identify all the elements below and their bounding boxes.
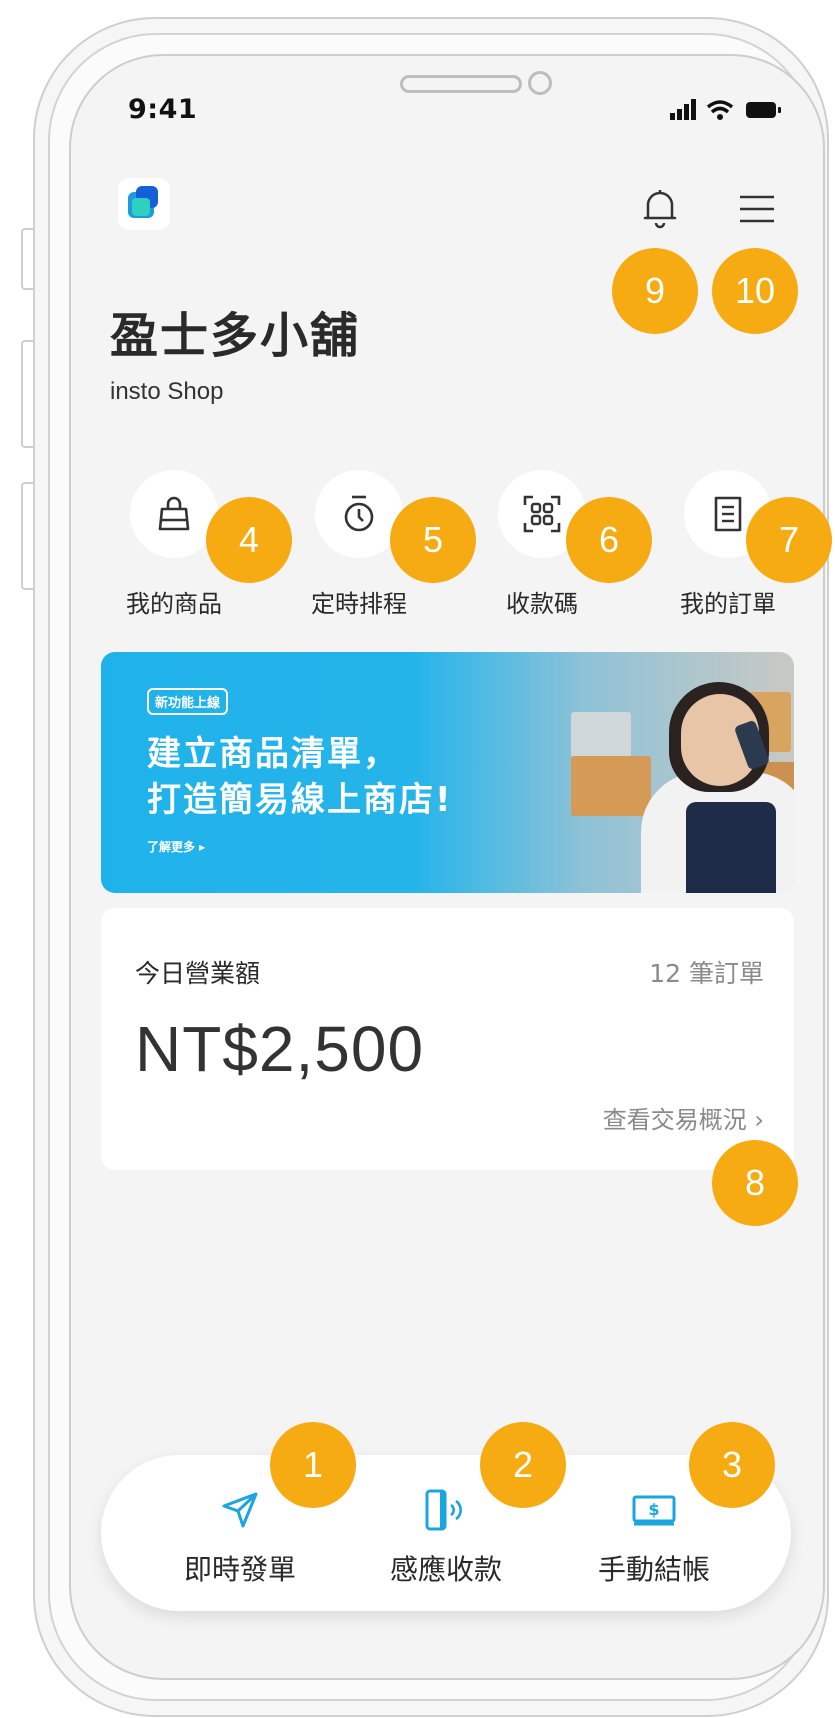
banner-new-feature-tag: 新功能上線 [147, 688, 229, 715]
callout-badge-2: 2 [480, 1422, 566, 1508]
callout-badge-6: 6 [566, 497, 652, 583]
banner-headline-line1: 建立商品清單， [147, 734, 399, 774]
callout-badge-9: 9 [612, 248, 698, 334]
qr-scan-icon [523, 495, 561, 533]
callout-badge-4: 4 [206, 497, 292, 583]
shopping-bag-icon [158, 496, 190, 531]
front-camera [528, 71, 552, 95]
quick-action-label: 定時排程 [311, 591, 407, 618]
banner-box-decoration [571, 756, 651, 816]
shop-subtitle: insto Shop [110, 378, 224, 405]
svg-text:$: $ [648, 1500, 659, 1519]
banner-headline-line2: 打造簡易線上商店! [147, 780, 453, 820]
status-icons [668, 95, 788, 125]
quick-action-label: 我的商品 [126, 591, 222, 618]
action-label: 手動結帳 [597, 1554, 710, 1585]
sales-amount: NT$2,500 [135, 1013, 425, 1085]
speaker-grille [400, 75, 522, 93]
sales-summary-card: 今日營業額 12 筆訂單 NT$2,500 查看交易概況 › [101, 908, 794, 1170]
status-time: 9:41 [128, 94, 198, 125]
nfc-phone-icon [425, 1489, 462, 1531]
menu-button[interactable] [738, 194, 776, 224]
banner-learn-more-link[interactable]: 了解更多 ▸ [147, 838, 205, 855]
banner-box-decoration [571, 712, 631, 758]
callout-badge-1: 1 [270, 1422, 356, 1508]
quick-action-icon-circle [130, 470, 218, 558]
callout-badge-3: 3 [689, 1422, 775, 1508]
order-count: 12 筆訂單 [649, 959, 764, 988]
shop-name: 盈士多小舖 [110, 308, 361, 364]
view-transaction-overview-link[interactable]: 查看交易概況 › [603, 1100, 764, 1135]
callout-badge-8: 8 [712, 1140, 798, 1226]
bell-icon [643, 190, 677, 229]
action-label: 感應收款 [389, 1554, 502, 1585]
receipt-icon [714, 496, 742, 532]
sales-label: 今日營業額 [135, 959, 261, 988]
notification-bell-button[interactable] [640, 186, 680, 230]
app-logo [118, 178, 170, 230]
callout-badge-7: 7 [746, 497, 832, 583]
banner-person-apron [686, 802, 776, 893]
quick-action-label: 我的訂單 [680, 591, 776, 618]
callout-badge-10: 10 [712, 248, 798, 334]
action-label: 即時發單 [183, 1554, 296, 1585]
timer-icon [344, 495, 374, 532]
signal-wifi-battery-icon [670, 99, 781, 120]
promo-banner[interactable]: 新功能上線 建立商品清單， 打造簡易線上商店! 了解更多 ▸ [101, 652, 794, 893]
hamburger-menu-icon [740, 195, 774, 223]
send-icon [222, 1492, 258, 1528]
cash-icon: $ [632, 1495, 676, 1526]
quick-action-label: 收款碼 [506, 591, 578, 618]
callout-badge-5: 5 [390, 497, 476, 583]
